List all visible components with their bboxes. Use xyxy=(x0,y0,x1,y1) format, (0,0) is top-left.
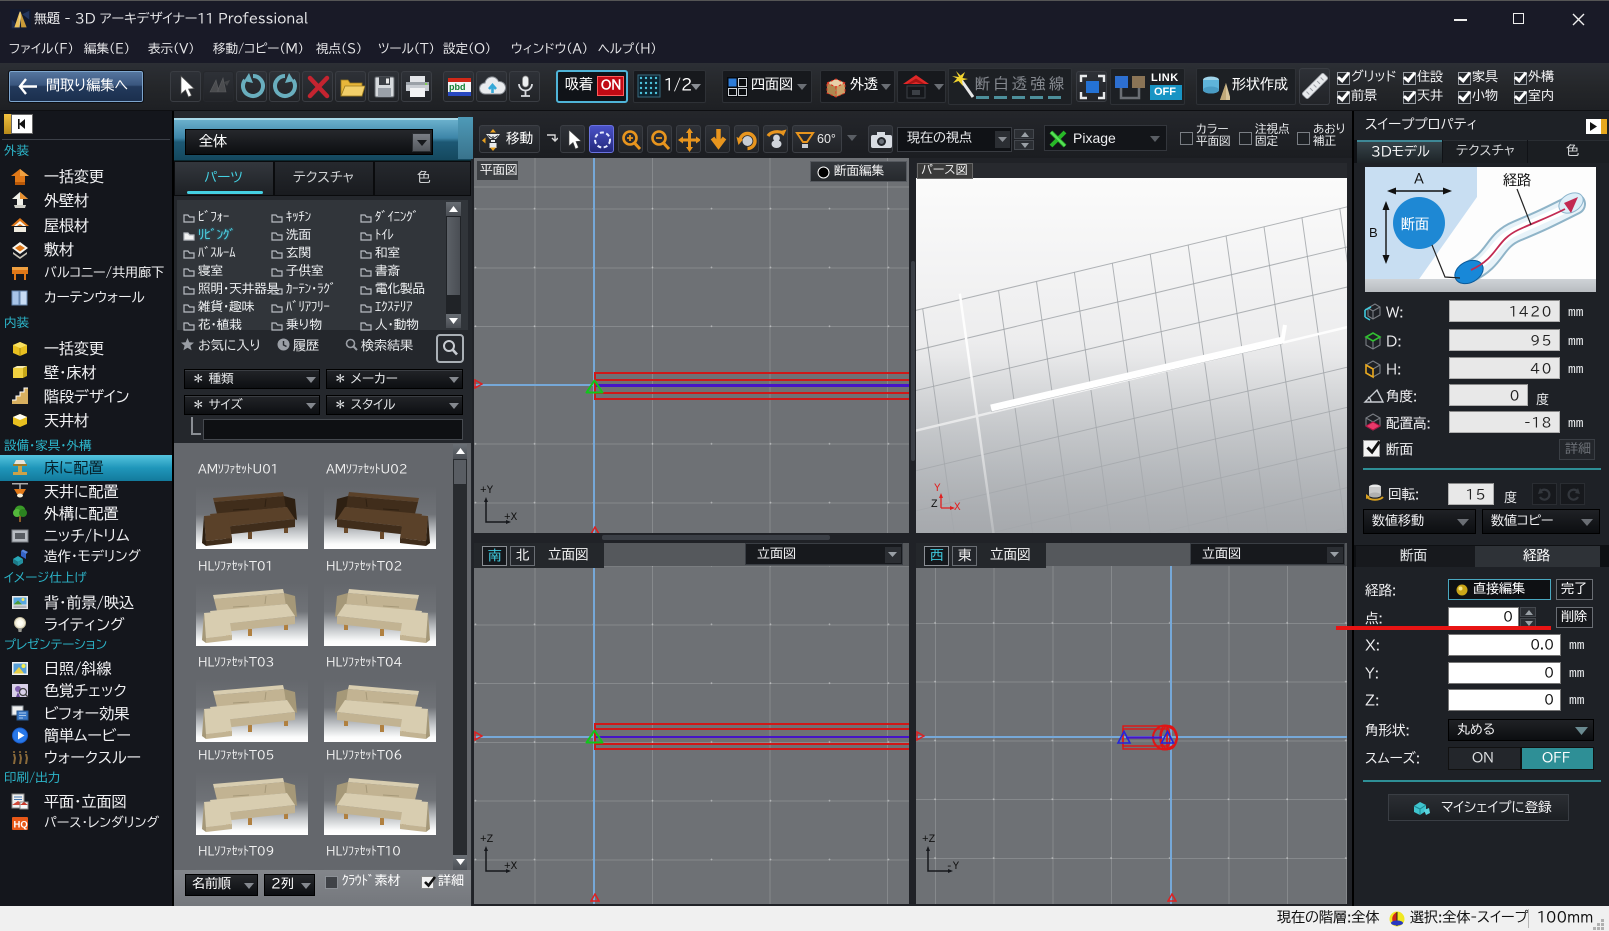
svg-text:HQ: HQ xyxy=(14,820,28,831)
svg-text:pbd: pbd xyxy=(449,82,466,92)
svg-text:経路: 経路 xyxy=(1503,173,1531,187)
svg-text:断面: 断面 xyxy=(1401,217,1429,231)
svg-text:B: B xyxy=(1369,226,1378,239)
svg-text:A: A xyxy=(1414,172,1424,185)
